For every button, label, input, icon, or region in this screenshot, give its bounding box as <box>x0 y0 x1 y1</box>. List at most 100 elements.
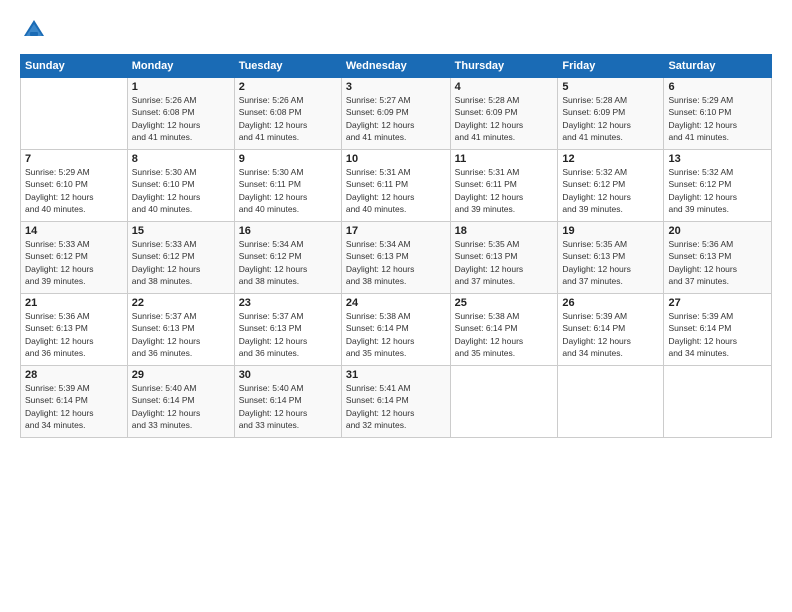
day-info: Sunrise: 5:39 AMSunset: 6:14 PMDaylight:… <box>668 311 737 358</box>
day-info: Sunrise: 5:26 AMSunset: 6:08 PMDaylight:… <box>239 95 308 142</box>
day-number: 11 <box>455 153 554 165</box>
calendar-cell: 23 Sunrise: 5:37 AMSunset: 6:13 PMDaylig… <box>234 294 341 366</box>
week-row-0: 1 Sunrise: 5:26 AMSunset: 6:08 PMDayligh… <box>21 78 772 150</box>
calendar-cell: 6 Sunrise: 5:29 AMSunset: 6:10 PMDayligh… <box>664 78 772 150</box>
day-info: Sunrise: 5:30 AMSunset: 6:11 PMDaylight:… <box>239 167 308 214</box>
day-info: Sunrise: 5:39 AMSunset: 6:14 PMDaylight:… <box>562 311 631 358</box>
calendar-cell: 14 Sunrise: 5:33 AMSunset: 6:12 PMDaylig… <box>21 222 128 294</box>
header <box>20 16 772 44</box>
day-info: Sunrise: 5:32 AMSunset: 6:12 PMDaylight:… <box>562 167 631 214</box>
day-number: 1 <box>132 81 230 93</box>
calendar-cell: 30 Sunrise: 5:40 AMSunset: 6:14 PMDaylig… <box>234 366 341 438</box>
day-info: Sunrise: 5:29 AMSunset: 6:10 PMDaylight:… <box>668 95 737 142</box>
calendar-cell: 2 Sunrise: 5:26 AMSunset: 6:08 PMDayligh… <box>234 78 341 150</box>
weekday-header-wednesday: Wednesday <box>341 55 450 78</box>
calendar-cell: 12 Sunrise: 5:32 AMSunset: 6:12 PMDaylig… <box>558 150 664 222</box>
day-info: Sunrise: 5:37 AMSunset: 6:13 PMDaylight:… <box>132 311 201 358</box>
calendar-cell: 20 Sunrise: 5:36 AMSunset: 6:13 PMDaylig… <box>664 222 772 294</box>
weekday-header-saturday: Saturday <box>664 55 772 78</box>
day-info: Sunrise: 5:35 AMSunset: 6:13 PMDaylight:… <box>455 239 524 286</box>
day-info: Sunrise: 5:37 AMSunset: 6:13 PMDaylight:… <box>239 311 308 358</box>
day-number: 9 <box>239 153 337 165</box>
day-info: Sunrise: 5:32 AMSunset: 6:12 PMDaylight:… <box>668 167 737 214</box>
week-row-1: 7 Sunrise: 5:29 AMSunset: 6:10 PMDayligh… <box>21 150 772 222</box>
calendar-cell: 29 Sunrise: 5:40 AMSunset: 6:14 PMDaylig… <box>127 366 234 438</box>
calendar-body: 1 Sunrise: 5:26 AMSunset: 6:08 PMDayligh… <box>21 78 772 438</box>
day-info: Sunrise: 5:28 AMSunset: 6:09 PMDaylight:… <box>562 95 631 142</box>
day-info: Sunrise: 5:33 AMSunset: 6:12 PMDaylight:… <box>132 239 201 286</box>
day-number: 2 <box>239 81 337 93</box>
calendar-cell: 10 Sunrise: 5:31 AMSunset: 6:11 PMDaylig… <box>341 150 450 222</box>
calendar-cell: 18 Sunrise: 5:35 AMSunset: 6:13 PMDaylig… <box>450 222 558 294</box>
day-number: 30 <box>239 369 337 381</box>
day-info: Sunrise: 5:29 AMSunset: 6:10 PMDaylight:… <box>25 167 94 214</box>
calendar-cell: 9 Sunrise: 5:30 AMSunset: 6:11 PMDayligh… <box>234 150 341 222</box>
day-info: Sunrise: 5:40 AMSunset: 6:14 PMDaylight:… <box>132 383 201 430</box>
calendar-cell <box>21 78 128 150</box>
calendar-cell: 5 Sunrise: 5:28 AMSunset: 6:09 PMDayligh… <box>558 78 664 150</box>
week-row-4: 28 Sunrise: 5:39 AMSunset: 6:14 PMDaylig… <box>21 366 772 438</box>
day-info: Sunrise: 5:34 AMSunset: 6:12 PMDaylight:… <box>239 239 308 286</box>
day-info: Sunrise: 5:31 AMSunset: 6:11 PMDaylight:… <box>455 167 524 214</box>
day-number: 4 <box>455 81 554 93</box>
day-info: Sunrise: 5:39 AMSunset: 6:14 PMDaylight:… <box>25 383 94 430</box>
calendar-table: SundayMondayTuesdayWednesdayThursdayFrid… <box>20 54 772 438</box>
day-number: 10 <box>346 153 446 165</box>
day-number: 3 <box>346 81 446 93</box>
day-number: 29 <box>132 369 230 381</box>
calendar-cell: 31 Sunrise: 5:41 AMSunset: 6:14 PMDaylig… <box>341 366 450 438</box>
calendar-cell: 21 Sunrise: 5:36 AMSunset: 6:13 PMDaylig… <box>21 294 128 366</box>
calendar-cell: 27 Sunrise: 5:39 AMSunset: 6:14 PMDaylig… <box>664 294 772 366</box>
page: SundayMondayTuesdayWednesdayThursdayFrid… <box>0 0 792 612</box>
day-number: 6 <box>668 81 767 93</box>
calendar-cell: 7 Sunrise: 5:29 AMSunset: 6:10 PMDayligh… <box>21 150 128 222</box>
day-number: 22 <box>132 297 230 309</box>
calendar-cell: 11 Sunrise: 5:31 AMSunset: 6:11 PMDaylig… <box>450 150 558 222</box>
day-number: 25 <box>455 297 554 309</box>
weekday-header-friday: Friday <box>558 55 664 78</box>
day-number: 31 <box>346 369 446 381</box>
day-number: 14 <box>25 225 123 237</box>
calendar-cell <box>450 366 558 438</box>
calendar-cell: 25 Sunrise: 5:38 AMSunset: 6:14 PMDaylig… <box>450 294 558 366</box>
logo <box>20 16 52 44</box>
day-info: Sunrise: 5:34 AMSunset: 6:13 PMDaylight:… <box>346 239 415 286</box>
day-number: 13 <box>668 153 767 165</box>
calendar-cell: 19 Sunrise: 5:35 AMSunset: 6:13 PMDaylig… <box>558 222 664 294</box>
weekday-header-tuesday: Tuesday <box>234 55 341 78</box>
day-info: Sunrise: 5:36 AMSunset: 6:13 PMDaylight:… <box>668 239 737 286</box>
day-number: 24 <box>346 297 446 309</box>
day-info: Sunrise: 5:36 AMSunset: 6:13 PMDaylight:… <box>25 311 94 358</box>
logo-icon <box>20 16 48 44</box>
day-info: Sunrise: 5:41 AMSunset: 6:14 PMDaylight:… <box>346 383 415 430</box>
calendar-cell: 13 Sunrise: 5:32 AMSunset: 6:12 PMDaylig… <box>664 150 772 222</box>
weekday-header-sunday: Sunday <box>21 55 128 78</box>
day-number: 28 <box>25 369 123 381</box>
day-number: 21 <box>25 297 123 309</box>
day-info: Sunrise: 5:31 AMSunset: 6:11 PMDaylight:… <box>346 167 415 214</box>
calendar-cell: 16 Sunrise: 5:34 AMSunset: 6:12 PMDaylig… <box>234 222 341 294</box>
day-info: Sunrise: 5:35 AMSunset: 6:13 PMDaylight:… <box>562 239 631 286</box>
day-number: 18 <box>455 225 554 237</box>
week-row-2: 14 Sunrise: 5:33 AMSunset: 6:12 PMDaylig… <box>21 222 772 294</box>
calendar-cell: 22 Sunrise: 5:37 AMSunset: 6:13 PMDaylig… <box>127 294 234 366</box>
calendar-cell: 28 Sunrise: 5:39 AMSunset: 6:14 PMDaylig… <box>21 366 128 438</box>
day-info: Sunrise: 5:27 AMSunset: 6:09 PMDaylight:… <box>346 95 415 142</box>
day-number: 27 <box>668 297 767 309</box>
day-info: Sunrise: 5:38 AMSunset: 6:14 PMDaylight:… <box>346 311 415 358</box>
weekday-header-row: SundayMondayTuesdayWednesdayThursdayFrid… <box>21 55 772 78</box>
day-number: 7 <box>25 153 123 165</box>
day-info: Sunrise: 5:38 AMSunset: 6:14 PMDaylight:… <box>455 311 524 358</box>
day-number: 12 <box>562 153 659 165</box>
calendar-cell: 24 Sunrise: 5:38 AMSunset: 6:14 PMDaylig… <box>341 294 450 366</box>
calendar-cell: 4 Sunrise: 5:28 AMSunset: 6:09 PMDayligh… <box>450 78 558 150</box>
day-number: 5 <box>562 81 659 93</box>
day-info: Sunrise: 5:28 AMSunset: 6:09 PMDaylight:… <box>455 95 524 142</box>
day-number: 8 <box>132 153 230 165</box>
calendar-cell: 17 Sunrise: 5:34 AMSunset: 6:13 PMDaylig… <box>341 222 450 294</box>
day-number: 23 <box>239 297 337 309</box>
weekday-header-monday: Monday <box>127 55 234 78</box>
calendar-cell: 3 Sunrise: 5:27 AMSunset: 6:09 PMDayligh… <box>341 78 450 150</box>
weekday-header-thursday: Thursday <box>450 55 558 78</box>
calendar-cell: 26 Sunrise: 5:39 AMSunset: 6:14 PMDaylig… <box>558 294 664 366</box>
